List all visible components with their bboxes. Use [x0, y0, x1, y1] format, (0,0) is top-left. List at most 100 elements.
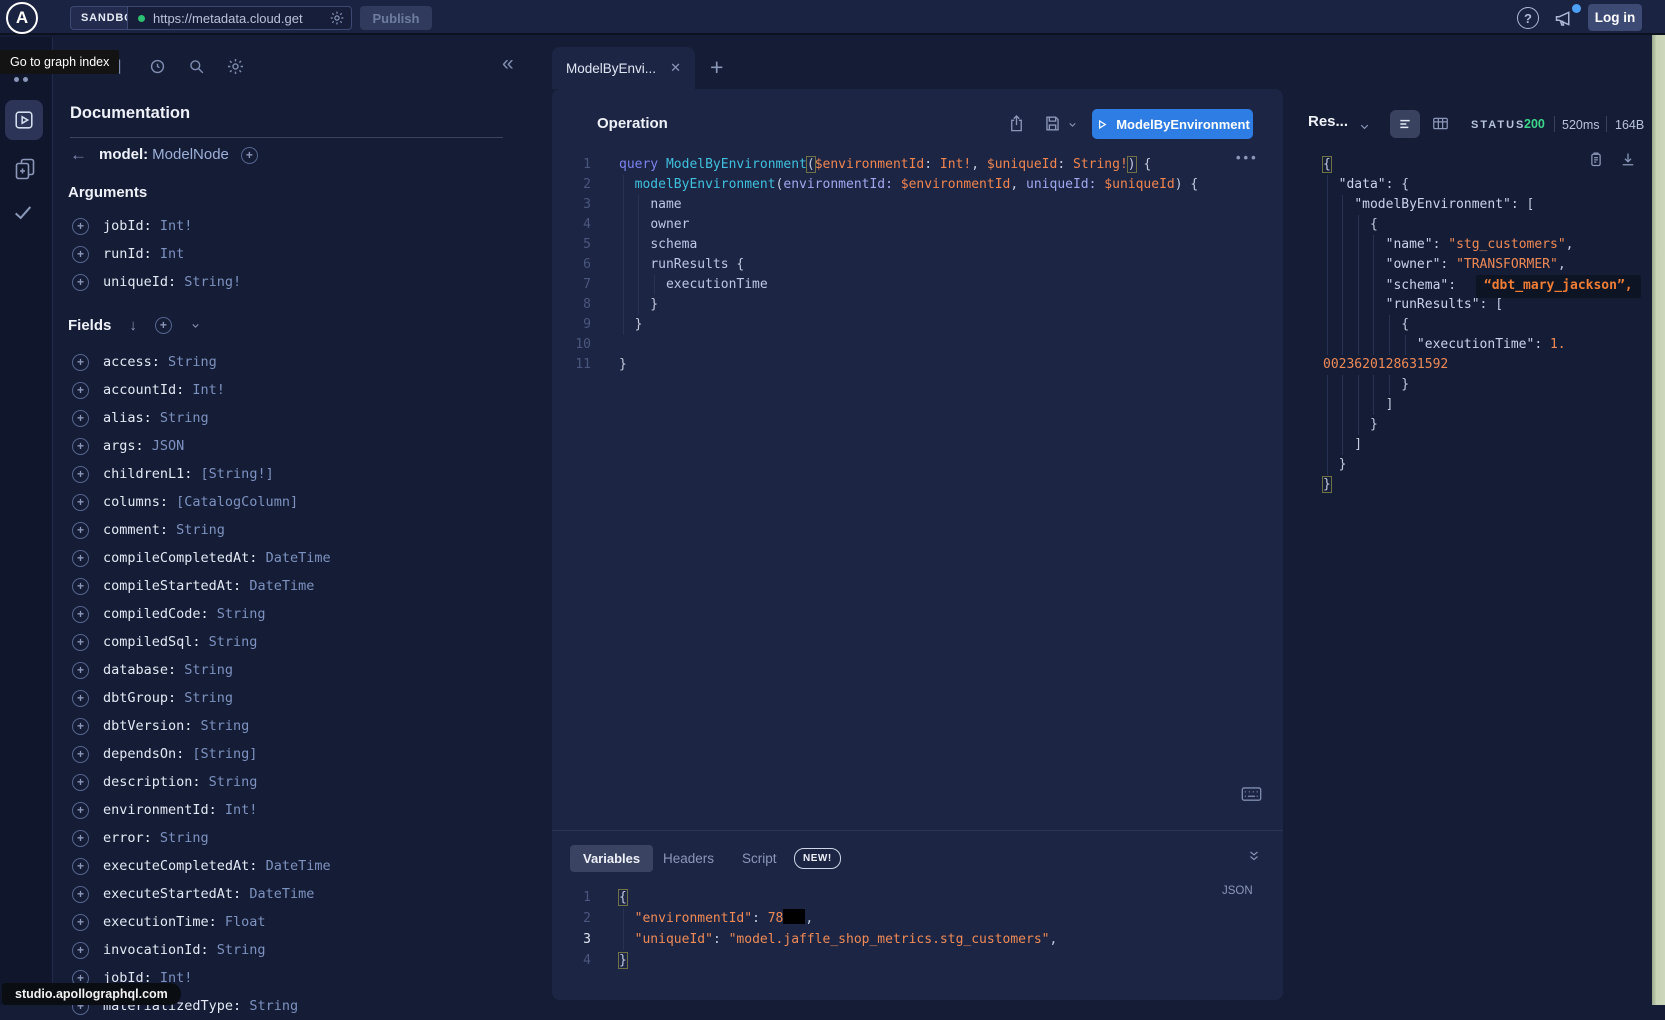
help-icon[interactable]: ?	[1517, 7, 1539, 29]
field-row[interactable]: +compileStartedAt: DateTime	[58, 572, 498, 600]
field-row[interactable]: +dependsOn: [String]	[58, 740, 498, 768]
field-row[interactable]: +database: String	[58, 656, 498, 684]
login-button[interactable]: Log in	[1588, 4, 1642, 31]
field-type: String	[209, 634, 258, 650]
endpoint-settings-gear-icon[interactable]	[329, 10, 345, 26]
add-to-query-button[interactable]: +	[72, 802, 89, 819]
field-row[interactable]: +access: String	[58, 348, 498, 376]
sidebar-item-collections[interactable]	[13, 156, 37, 182]
collapse-panel-icon[interactable]: «	[502, 52, 514, 76]
response-table-view-icon[interactable]	[1431, 114, 1450, 133]
response-panel-title[interactable]: Res...	[1308, 113, 1348, 130]
field-type: Int!	[225, 802, 258, 818]
add-to-query-button[interactable]: +	[72, 662, 89, 679]
code-line: ]	[1323, 435, 1653, 455]
field-row[interactable]: +args: JSON	[58, 432, 498, 460]
add-to-query-button[interactable]: +	[72, 246, 89, 263]
add-to-query-button[interactable]: +	[72, 438, 89, 455]
add-to-query-button[interactable]: +	[72, 274, 89, 291]
endpoint-url-input[interactable]: https://metadata.cloud.get	[127, 6, 352, 30]
save-icon[interactable]	[1043, 114, 1062, 133]
variables-editor[interactable]: { "environmentId": 78, "uniqueId": "mode…	[619, 887, 1259, 971]
field-row[interactable]: +description: String	[58, 768, 498, 796]
field-row[interactable]: +executeCompletedAt: DateTime	[58, 852, 498, 880]
announcements-megaphone-icon[interactable]	[1552, 8, 1575, 29]
add-to-query-button[interactable]: +	[72, 634, 89, 651]
field-row[interactable]: +error: String	[58, 824, 498, 852]
add-to-query-button[interactable]: +	[72, 858, 89, 875]
add-to-query-button[interactable]: +	[72, 494, 89, 511]
code-line: "runResults": [	[1323, 295, 1653, 315]
add-to-query-button[interactable]: +	[72, 578, 89, 595]
add-to-query-button[interactable]: +	[72, 942, 89, 959]
field-row[interactable]: +accountId: Int!	[58, 376, 498, 404]
add-to-query-button[interactable]: +	[72, 746, 89, 763]
sort-descending-icon[interactable]: ↓	[129, 317, 137, 334]
new-tab-button[interactable]: +	[710, 54, 723, 81]
collapse-variables-icon[interactable]	[1247, 849, 1261, 863]
add-all-fields-button[interactable]: +	[155, 317, 172, 334]
add-to-query-button[interactable]: +	[72, 466, 89, 483]
field-row[interactable]: +invocationId: String	[58, 936, 498, 964]
field-row[interactable]: +comment: String	[58, 516, 498, 544]
field-row[interactable]: +compileCompletedAt: DateTime	[58, 544, 498, 572]
code-line: "name": "stg_customers",	[1323, 235, 1653, 255]
tab-variables[interactable]: Variables	[570, 845, 653, 872]
divider	[1606, 116, 1607, 132]
close-tab-icon[interactable]: ✕	[670, 60, 681, 76]
response-json[interactable]: { "data": { "modelByEnvironment": [ { "n…	[1323, 155, 1653, 495]
field-row[interactable]: +columns: [CatalogColumn]	[58, 488, 498, 516]
apollo-logo-icon[interactable]: A	[6, 2, 38, 34]
field-row[interactable]: +dbtGroup: String	[58, 684, 498, 712]
background-edge	[1652, 0, 1665, 1005]
code-line: "executionTime": 1.	[1323, 335, 1653, 355]
sidebar-item-checks[interactable]	[12, 201, 34, 223]
add-to-query-button[interactable]: +	[72, 410, 89, 427]
doc-field-type[interactable]: ModelNode	[152, 146, 229, 163]
add-to-query-button[interactable]: +	[72, 914, 89, 931]
save-chevron-icon[interactable]	[1067, 119, 1078, 130]
field-row[interactable]: +childrenL1: [String!]	[58, 460, 498, 488]
search-icon[interactable]	[187, 57, 206, 76]
share-icon[interactable]	[1007, 114, 1026, 133]
response-chevron-icon[interactable]	[1358, 120, 1371, 133]
add-to-query-button[interactable]: +	[72, 830, 89, 847]
history-clock-icon[interactable]	[148, 57, 167, 76]
tab-headers[interactable]: Headers	[663, 845, 714, 872]
tab-modelbyenvironment[interactable]: ModelByEnvi... ✕	[552, 47, 695, 89]
operation-editor[interactable]: query ModelByEnvironment($environmentId:…	[619, 155, 1259, 375]
add-to-query-button[interactable]: +	[72, 690, 89, 707]
endpoint-url-text: https://metadata.cloud.get	[153, 11, 329, 26]
add-to-query-button[interactable]: +	[72, 606, 89, 623]
field-row[interactable]: +alias: String	[58, 404, 498, 432]
add-to-query-button[interactable]: +	[72, 382, 89, 399]
graph-index-icon[interactable]	[14, 77, 28, 82]
field-row[interactable]: +executeStartedAt: DateTime	[58, 880, 498, 908]
field-row[interactable]: +jobId: Int!	[58, 212, 498, 240]
field-row[interactable]: +executionTime: Float	[58, 908, 498, 936]
add-field-button[interactable]: +	[241, 147, 258, 164]
add-to-query-button[interactable]: +	[72, 774, 89, 791]
field-row[interactable]: +compiledSql: String	[58, 628, 498, 656]
run-operation-button[interactable]: ModelByEnvironment	[1092, 109, 1253, 139]
field-row[interactable]: +compiledCode: String	[58, 600, 498, 628]
back-arrow-icon[interactable]: ←	[70, 145, 87, 165]
chevron-down-icon[interactable]	[190, 320, 201, 331]
add-to-query-button[interactable]: +	[72, 718, 89, 735]
tab-script[interactable]: Script	[742, 845, 777, 872]
field-row[interactable]: +environmentId: Int!	[58, 796, 498, 824]
code-line: }	[619, 295, 1259, 315]
add-to-query-button[interactable]: +	[72, 218, 89, 235]
add-to-query-button[interactable]: +	[72, 886, 89, 903]
response-json-view-button[interactable]	[1390, 110, 1420, 138]
field-row[interactable]: +dbtVersion: String	[58, 712, 498, 740]
field-row[interactable]: +uniqueId: String!	[58, 268, 498, 296]
publish-button[interactable]: Publish	[360, 6, 432, 30]
add-to-query-button[interactable]: +	[72, 550, 89, 567]
add-to-query-button[interactable]: +	[72, 522, 89, 539]
keyboard-shortcuts-icon[interactable]	[1241, 786, 1262, 803]
add-to-query-button[interactable]: +	[72, 354, 89, 371]
sidebar-item-explorer[interactable]	[5, 100, 43, 140]
settings-gear-icon[interactable]	[226, 57, 245, 76]
field-row[interactable]: +runId: Int	[58, 240, 498, 268]
